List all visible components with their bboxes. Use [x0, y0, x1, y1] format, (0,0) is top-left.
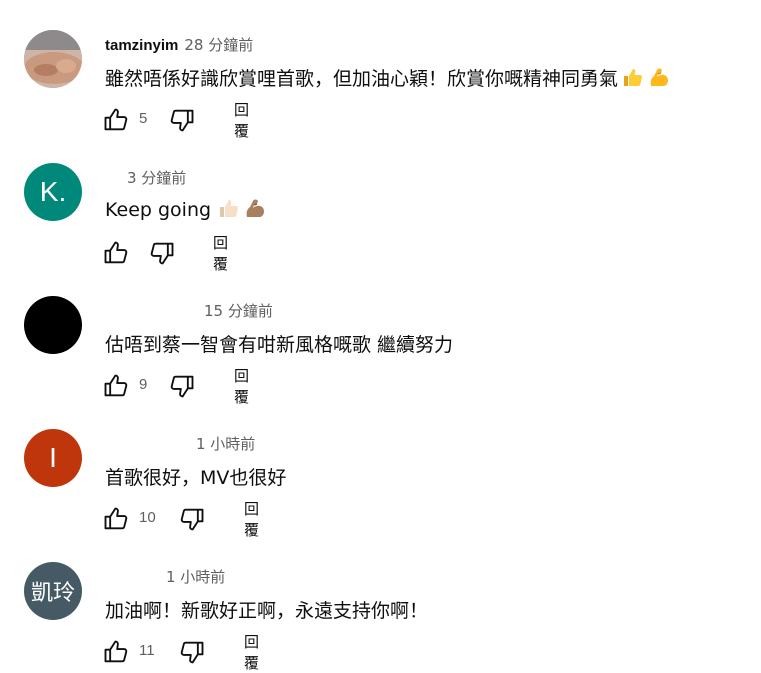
reply-button[interactable]: 回覆: [244, 500, 259, 539]
comment-author[interactable]: tamzinyim: [105, 37, 178, 54]
reply-button[interactable]: 回覆: [213, 234, 228, 273]
comment-text: 首歌很好，MV也很好: [105, 467, 287, 489]
reply-button[interactable]: 回覆: [234, 367, 249, 406]
like-button[interactable]: [100, 236, 132, 270]
comment-text: 加油啊！新歌好正啊，永遠支持你啊！: [105, 600, 429, 622]
avatar-photo-icon: [24, 30, 82, 88]
thumbs-up-light-icon: [218, 197, 240, 224]
dislike-button[interactable]: [166, 369, 198, 403]
comment-item: 凱玲 1 小時前 加油啊！新歌好正啊，永遠支持你啊！ 11 回覆: [0, 532, 761, 672]
like-count: 10: [139, 509, 156, 526]
like-button[interactable]: [100, 502, 132, 536]
thumbs-up-outline-icon: [104, 507, 128, 530]
comment-text: 雖然唔係好識欣賞哩首歌，但加油心穎！欣賞你嘅精神同勇氣: [105, 64, 672, 93]
comment-timestamp[interactable]: 1 小時前: [166, 568, 225, 586]
thumbs-down-outline-icon: [180, 641, 204, 664]
dislike-button[interactable]: [176, 502, 208, 536]
comment-item: K. 3 分鐘前 Keep going 回覆: [0, 133, 761, 273]
avatar[interactable]: [24, 296, 82, 354]
thumbs-up-outline-icon: [104, 640, 128, 663]
thumbs-down-outline-icon: [170, 109, 194, 132]
dislike-button[interactable]: [166, 103, 198, 137]
thumbs-up-outline-icon: [104, 108, 128, 131]
comment-text: Keep going: [105, 197, 268, 224]
reply-button[interactable]: 回覆: [244, 633, 259, 672]
comment-timestamp[interactable]: 1 小時前: [196, 435, 255, 453]
avatar[interactable]: K.: [24, 163, 82, 221]
thumbs-up-icon: [622, 66, 644, 93]
like-count: 11: [139, 642, 155, 659]
like-count: 9: [139, 376, 148, 393]
comment-item: I 1 小時前 首歌很好，MV也很好 10 回覆: [0, 399, 761, 539]
thumbs-down-outline-icon: [180, 508, 204, 531]
like-button[interactable]: [100, 635, 132, 669]
thumbs-down-outline-icon: [170, 375, 194, 398]
comment-text: 估唔到蔡一智會有咁新風格嘅歌 繼續努力: [105, 334, 454, 356]
comment-timestamp[interactable]: 15 分鐘前: [204, 302, 273, 320]
comment-item: 15 分鐘前 估唔到蔡一智會有咁新風格嘅歌 繼續努力 9 回覆: [0, 266, 761, 406]
dislike-button[interactable]: [176, 635, 208, 669]
comment-timestamp[interactable]: 3 分鐘前: [127, 169, 186, 187]
comment-timestamp[interactable]: 28 分鐘前: [184, 36, 253, 54]
like-button[interactable]: [100, 369, 132, 403]
like-count: 5: [139, 110, 148, 127]
reply-button[interactable]: 回覆: [234, 101, 249, 140]
flexed-biceps-icon: [648, 66, 672, 93]
comment-item: tamzinyim 28 分鐘前 雖然唔係好識欣賞哩首歌，但加油心穎！欣賞你嘅精神…: [0, 0, 761, 140]
thumbs-down-outline-icon: [150, 242, 174, 265]
avatar[interactable]: 凱玲: [24, 562, 82, 620]
avatar[interactable]: [24, 30, 82, 88]
dislike-button[interactable]: [146, 236, 178, 270]
avatar[interactable]: I: [24, 429, 82, 487]
flexed-biceps-medium-icon: [244, 197, 268, 224]
like-button[interactable]: [100, 103, 132, 137]
thumbs-up-outline-icon: [104, 374, 128, 397]
thumbs-up-outline-icon: [104, 241, 128, 264]
